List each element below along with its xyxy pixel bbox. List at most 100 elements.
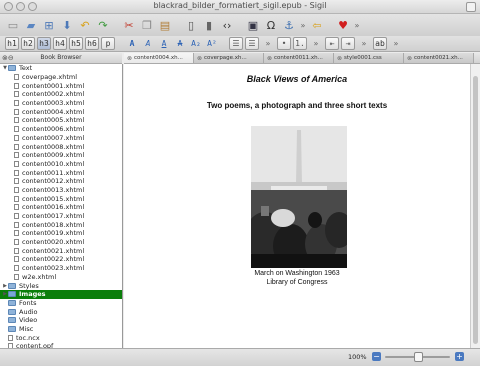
copy-icon[interactable]: ❐ <box>139 17 155 33</box>
preview-scrollbar[interactable] <box>470 64 480 348</box>
paste-icon[interactable]: ▤ <box>157 17 173 33</box>
folder-item[interactable]: Video <box>0 316 122 325</box>
scrollbar-thumb[interactable] <box>473 76 478 344</box>
new-file-icon[interactable]: ▭ <box>5 17 21 33</box>
file-item[interactable]: content0017.xhtml <box>0 212 122 221</box>
file-item[interactable]: toc.ncx <box>0 333 122 342</box>
folder-item[interactable]: ▼ Text <box>0 64 122 73</box>
preview-view-icon[interactable]: ▮ <box>201 17 217 33</box>
zoom-out-button[interactable]: − <box>372 352 381 361</box>
folder-icon <box>8 65 16 72</box>
bold-button[interactable]: A <box>125 37 139 50</box>
outdent-icon[interactable]: ⇤ <box>325 37 339 50</box>
file-item[interactable]: content0005.xhtml <box>0 116 122 125</box>
strikethrough-button[interactable]: A <box>173 37 187 50</box>
bullet-list-icon[interactable]: • <box>277 37 291 50</box>
tree-item-label: content0019.xhtml <box>22 229 85 238</box>
file-item[interactable]: content0003.xhtml <box>0 99 122 108</box>
heading-1-button[interactable]: h1 <box>5 37 19 50</box>
align-left-icon[interactable]: ☰ <box>229 37 243 50</box>
heading-6-button[interactable]: h6 <box>85 37 99 50</box>
file-item[interactable]: content0012.xhtml <box>0 177 122 186</box>
file-item[interactable]: content0010.xhtml <box>0 160 122 169</box>
file-item[interactable]: w2e.xhtml <box>0 273 122 282</box>
book-view-icon[interactable]: ▯ <box>183 17 199 33</box>
folder-item[interactable]: Fonts <box>0 299 122 308</box>
heading-2-button[interactable]: h2 <box>21 37 35 50</box>
redo-icon[interactable]: ↷ <box>95 17 111 33</box>
toolbar-more-chevron-icon-3[interactable]: » <box>261 37 275 50</box>
open-folder-icon[interactable]: ▰ <box>23 17 39 33</box>
file-icon <box>8 334 13 341</box>
add-file-icon[interactable]: ⊞ <box>41 17 57 33</box>
superscript-button[interactable]: A² <box>205 37 219 50</box>
toolbar-more-chevron-icon-4[interactable]: » <box>309 37 323 50</box>
italic-button[interactable]: A <box>141 37 155 50</box>
tab-4[interactable]: ⊗ content0021.xh... <box>404 53 474 63</box>
heading-4-button[interactable]: h4 <box>53 37 67 50</box>
tab-2[interactable]: ⊗ content0011.xh... <box>264 53 334 63</box>
tab-close-icon[interactable]: ⊗ <box>197 55 202 62</box>
file-item[interactable]: content0023.xhtml <box>0 264 122 273</box>
zoom-slider-handle[interactable] <box>413 352 423 362</box>
preview-pane[interactable]: Black Views of America Two poems, a phot… <box>124 64 470 348</box>
tree-item-label: content0005.xhtml <box>22 116 85 125</box>
format-toolbar: h1 h2 h3 h4 h5 h6 p A A A A A₂ A² ☰ ☰» • 1.» ⇤ ⇥» ab» <box>0 36 480 52</box>
file-item[interactable]: content0007.xhtml <box>0 134 122 143</box>
save-icon[interactable]: ⬇ <box>59 17 75 33</box>
numbered-list-icon[interactable]: 1. <box>293 37 307 50</box>
insert-image-icon[interactable]: ▣ <box>245 17 261 33</box>
file-item[interactable]: content0002.xhtml <box>0 90 122 99</box>
tab-1[interactable]: ⊗ coverpage.xh... <box>194 53 264 63</box>
file-item[interactable]: content0016.xhtml <box>0 203 122 212</box>
back-arrow-icon[interactable]: ⇦ <box>309 17 325 33</box>
toolbar-more-chevron-icon[interactable]: » <box>299 17 307 33</box>
file-item[interactable]: coverpage.xhtml <box>0 73 122 82</box>
heading-3-button[interactable]: h3 <box>37 37 51 50</box>
toolbar-more-chevron-icon-5[interactable]: » <box>357 37 371 50</box>
insert-anchor-icon[interactable]: ⚓ <box>281 17 297 33</box>
file-item[interactable]: content0018.xhtml <box>0 220 122 229</box>
tab-close-icon[interactable]: ⊗ <box>127 55 132 62</box>
subscript-button[interactable]: A₂ <box>189 37 203 50</box>
align-center-icon[interactable]: ☰ <box>245 37 259 50</box>
file-item[interactable]: content0004.xhtml <box>0 107 122 116</box>
tab-close-icon[interactable]: ⊗ <box>337 55 342 62</box>
tree-item-label: content0007.xhtml <box>22 133 85 142</box>
code-view-icon[interactable]: ‹› <box>219 17 235 33</box>
paragraph-button[interactable]: p <box>101 37 115 50</box>
file-item[interactable]: content0009.xhtml <box>0 151 122 160</box>
tab-0[interactable]: ⊗ content0004.xh... <box>124 53 194 63</box>
file-item[interactable]: content0020.xhtml <box>0 238 122 247</box>
folder-item[interactable]: Misc <box>0 325 122 334</box>
tree-item-label: content0009.xhtml <box>22 151 85 160</box>
zoom-in-button[interactable]: + <box>455 352 464 361</box>
tab-3[interactable]: ⊗ style0001.css <box>334 53 404 63</box>
folder-item[interactable]: Audio <box>0 307 122 316</box>
cut-icon[interactable]: ✂ <box>121 17 137 33</box>
undo-icon[interactable]: ↶ <box>77 17 93 33</box>
toolbar-more-chevron-icon-2[interactable]: » <box>353 17 361 33</box>
file-item[interactable]: content0008.xhtml <box>0 142 122 151</box>
file-item[interactable]: content0006.xhtml <box>0 125 122 134</box>
toolbar-more-chevron-icon-6[interactable]: » <box>389 37 403 50</box>
insert-special-char-icon[interactable]: Ω <box>263 17 279 33</box>
donate-heart-icon[interactable]: ♥ <box>335 17 351 33</box>
file-item[interactable]: content0021.xhtml <box>0 246 122 255</box>
file-item[interactable]: content0011.xhtml <box>0 168 122 177</box>
folder-item[interactable]: ▶ Styles <box>0 281 122 290</box>
fullscreen-button[interactable] <box>466 2 476 12</box>
file-item[interactable]: content0019.xhtml <box>0 229 122 238</box>
folder-item[interactable]: ▶ Images <box>0 289 122 299</box>
file-item[interactable]: content0001.xhtml <box>0 81 122 90</box>
indent-icon[interactable]: ⇥ <box>341 37 355 50</box>
file-item[interactable]: content0013.xhtml <box>0 186 122 195</box>
file-item[interactable]: content0015.xhtml <box>0 194 122 203</box>
heading-5-button[interactable]: h5 <box>69 37 83 50</box>
tab-close-icon[interactable]: ⊗ <box>267 55 272 62</box>
underline-button[interactable]: A <box>157 37 171 50</box>
tab-close-icon[interactable]: ⊗ <box>407 55 412 62</box>
spellcheck-icon[interactable]: ab <box>373 37 387 50</box>
tree-item-label: content0017.xhtml <box>22 212 85 221</box>
file-item[interactable]: content0022.xhtml <box>0 255 122 264</box>
